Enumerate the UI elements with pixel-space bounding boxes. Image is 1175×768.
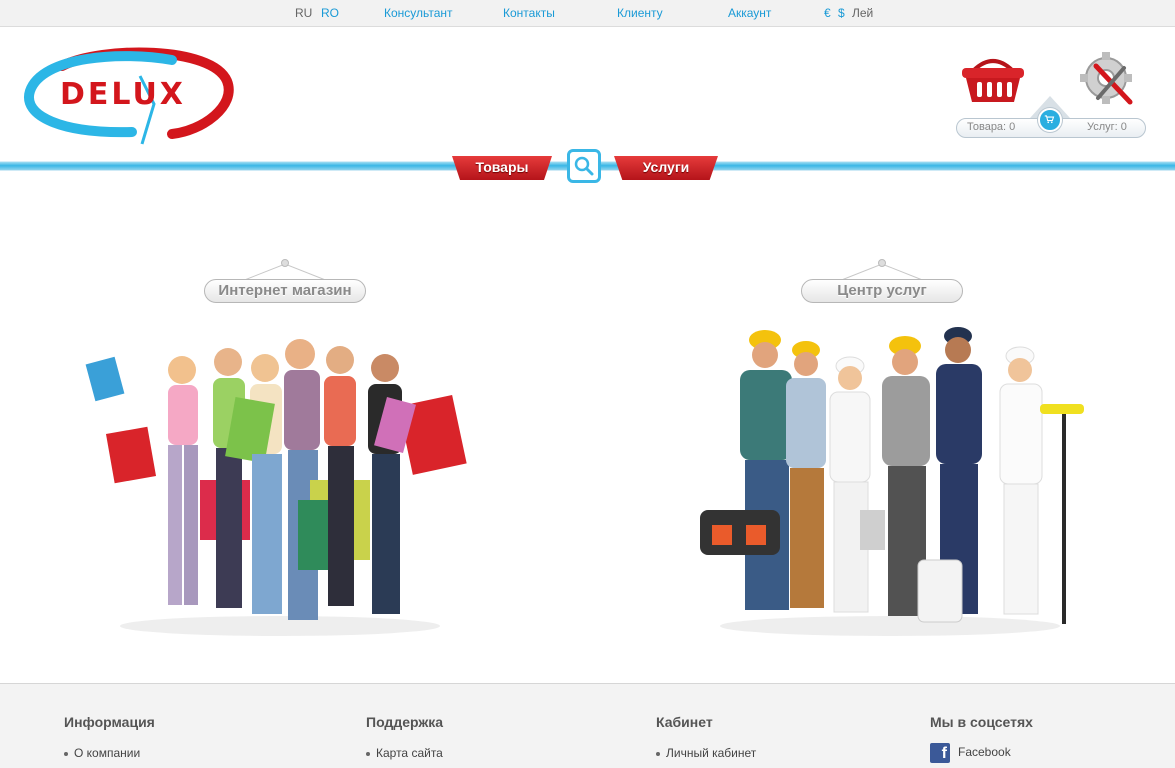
workers-image[interactable] [690,320,1090,640]
client-link[interactable]: Клиенту [617,6,663,20]
search-button[interactable] [567,149,601,183]
bullet [64,751,68,756]
cart-icon[interactable] [1038,108,1062,132]
facebook-icon[interactable]: f [930,743,950,763]
logo-text: DELUX [60,77,186,112]
footer-sitemap-link[interactable]: Карта сайта [366,746,443,760]
account-link[interactable]: Аккаунт [728,6,771,20]
lang-ro-link[interactable]: RO [321,6,339,20]
footer-cabinet-title: Кабинет [656,714,713,730]
contacts-link[interactable]: Контакты [503,6,555,20]
footer-support-title: Поддержка [366,714,444,730]
currency-lei[interactable]: Лей [852,6,873,20]
footer-social-title: Мы в соцсетях [930,714,1033,730]
footer-personal-cabinet-label: Личный кабинет [666,746,757,760]
footer-about-link[interactable]: О компании [64,746,140,760]
settings-tools-icon[interactable] [1078,48,1138,108]
bullet [656,751,660,756]
facebook-link[interactable]: Facebook [958,745,1011,759]
bullet [366,751,370,756]
lang-ru-link[interactable]: RU [295,6,312,20]
goods-count: Товара: 0 [967,121,1016,133]
search-icon [574,156,594,176]
top-bar: RU RO Консультант Контакты Клиенту Аккау… [0,0,1175,27]
tab-goods[interactable]: Товары [452,156,552,180]
footer-about-label: О компании [74,746,141,760]
tab-services[interactable]: Услуги [614,156,718,180]
footer-info-title: Информация [64,714,155,730]
delux-logo[interactable]: DELUX [22,46,234,146]
services-count: Услуг: 0 [1087,121,1127,133]
section-shop-label[interactable]: Интернет магазин [204,279,366,303]
section-services-label[interactable]: Центр услуг [801,279,963,303]
currency-usd-link[interactable]: $ [838,6,845,20]
footer-sitemap-label: Карта сайта [376,746,443,760]
basket-icon[interactable] [960,52,1026,104]
shoppers-image[interactable] [80,330,480,640]
footer-personal-cabinet-link[interactable]: Личный кабинет [656,746,756,760]
currency-eur-link[interactable]: € [824,6,831,20]
consultant-link[interactable]: Консультант [384,6,453,20]
